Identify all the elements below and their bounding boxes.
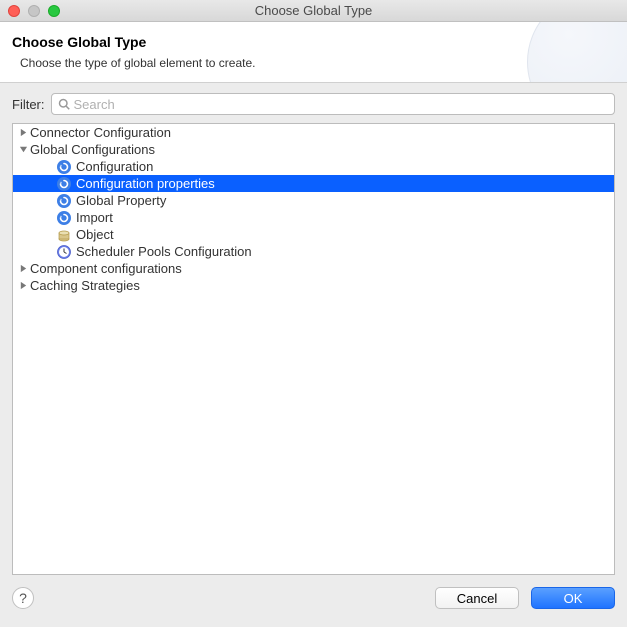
tree-item-label: Caching Strategies [30,278,140,293]
window-title: Choose Global Type [0,3,627,18]
page-title: Choose Global Type [12,34,611,50]
tree-item-import[interactable]: Import [13,209,614,226]
chevron-right-icon[interactable] [17,263,29,275]
type-tree[interactable]: Connector Configuration Global Configurat… [12,123,615,575]
tree-item-caching[interactable]: Caching Strategies [13,277,614,294]
window-titlebar: Choose Global Type [0,0,627,22]
help-icon: ? [19,590,27,606]
disclosure-spacer [43,229,55,241]
chevron-right-icon[interactable] [17,280,29,292]
disclosure-spacer [43,178,55,190]
tree-item-global-configs[interactable]: Global Configurations [13,141,614,158]
tree-item-label: Configuration properties [76,176,215,191]
tree-item-global-property[interactable]: Global Property [13,192,614,209]
tree-item-config-properties[interactable]: Configuration properties [13,175,614,192]
clock-icon [56,244,72,260]
bean-icon [56,227,72,243]
tree-item-configuration[interactable]: Configuration [13,158,614,175]
ok-button[interactable]: OK [531,587,615,609]
tree-item-label: Global Property [76,193,166,208]
search-icon [58,98,70,110]
tree-item-label: Connector Configuration [30,125,171,140]
filter-label: Filter: [12,97,45,112]
tree-item-label: Object [76,227,114,242]
traffic-lights [0,5,60,17]
tree-item-label: Component configurations [30,261,182,276]
header-decoration [527,22,627,83]
chevron-down-icon[interactable] [17,144,29,156]
filter-row: Filter: [12,93,615,115]
maximize-window-button[interactable] [48,5,60,17]
gear-badge-icon [56,176,72,192]
search-field-wrapper[interactable] [51,93,616,115]
search-input[interactable] [74,97,609,112]
page-description: Choose the type of global element to cre… [12,56,611,70]
disclosure-spacer [43,161,55,173]
button-bar: ? Cancel OK [0,575,627,621]
dialog-header: Choose Global Type Choose the type of gl… [0,22,627,83]
dialog-content: Filter: Connector Configuration Global Co… [0,83,627,575]
cancel-button[interactable]: Cancel [435,587,519,609]
chevron-right-icon[interactable] [17,127,29,139]
tree-item-label: Scheduler Pools Configuration [76,244,252,259]
gear-badge-icon [56,193,72,209]
tree-item-component-configs[interactable]: Component configurations [13,260,614,277]
help-button[interactable]: ? [12,587,34,609]
tree-item-label: Global Configurations [30,142,155,157]
disclosure-spacer [43,246,55,258]
disclosure-spacer [43,195,55,207]
tree-item-label: Import [76,210,113,225]
tree-item-connector-config[interactable]: Connector Configuration [13,124,614,141]
minimize-window-button [28,5,40,17]
gear-badge-icon [56,159,72,175]
gear-badge-icon [56,210,72,226]
tree-item-object[interactable]: Object [13,226,614,243]
disclosure-spacer [43,212,55,224]
tree-item-label: Configuration [76,159,153,174]
close-window-button[interactable] [8,5,20,17]
tree-item-scheduler-pools[interactable]: Scheduler Pools Configuration [13,243,614,260]
